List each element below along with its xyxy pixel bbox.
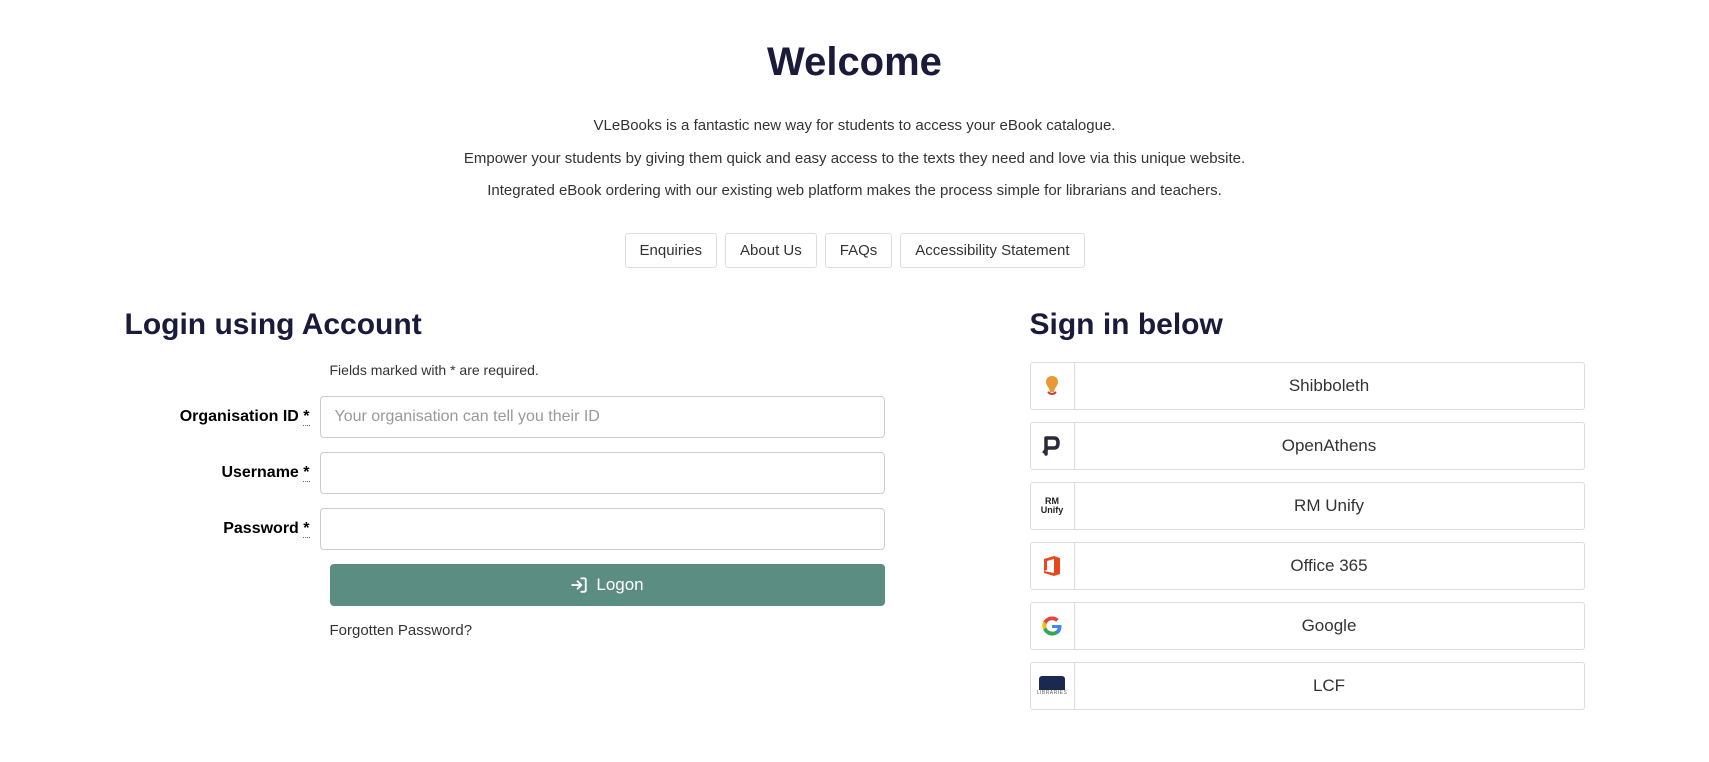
sso-office365-label: Office 365 bbox=[1075, 543, 1584, 589]
organisation-id-input[interactable] bbox=[320, 396, 885, 438]
sso-rmunify-button[interactable]: RMUnify RM Unify bbox=[1030, 482, 1585, 530]
openathens-icon bbox=[1040, 434, 1064, 458]
intro-text-1: VLeBooks is a fantastic new way for stud… bbox=[125, 115, 1585, 138]
rmunify-icon: RMUnify bbox=[1041, 497, 1064, 515]
sso-google-label: Google bbox=[1075, 603, 1584, 649]
office365-icon bbox=[1040, 554, 1064, 578]
login-icon bbox=[570, 576, 588, 594]
sso-openathens-label: OpenAthens bbox=[1075, 423, 1584, 469]
faqs-button[interactable]: FAQs bbox=[825, 233, 893, 268]
sso-section-title: Sign in below bbox=[1030, 308, 1585, 342]
forgotten-password-link[interactable]: Forgotten Password? bbox=[330, 622, 885, 639]
sso-office365-button[interactable]: Office 365 bbox=[1030, 542, 1585, 590]
sso-shibboleth-label: Shibboleth bbox=[1075, 363, 1584, 409]
sso-google-button[interactable]: Google bbox=[1030, 602, 1585, 650]
logon-button-label: Logon bbox=[596, 575, 643, 595]
username-label: Username * bbox=[125, 464, 320, 482]
login-section-title: Login using Account bbox=[125, 308, 885, 342]
sso-openathens-button[interactable]: OpenAthens bbox=[1030, 422, 1585, 470]
intro-text-3: Integrated eBook ordering with our exist… bbox=[125, 180, 1585, 203]
sso-rmunify-label: RM Unify bbox=[1075, 483, 1584, 529]
lcf-icon: LIBRARIES bbox=[1037, 675, 1067, 697]
sso-lcf-button[interactable]: LIBRARIES LCF bbox=[1030, 662, 1585, 710]
password-label: Password * bbox=[125, 520, 320, 538]
intro-text-2: Empower your students by giving them qui… bbox=[125, 148, 1585, 171]
logon-button[interactable]: Logon bbox=[330, 564, 885, 606]
shibboleth-icon bbox=[1040, 374, 1064, 398]
enquiries-button[interactable]: Enquiries bbox=[625, 233, 718, 268]
about-us-button[interactable]: About Us bbox=[725, 233, 817, 268]
organisation-id-label: Organisation ID * bbox=[125, 408, 320, 426]
page-title: Welcome bbox=[125, 40, 1585, 85]
nav-button-group: Enquiries About Us FAQs Accessibility St… bbox=[125, 233, 1585, 268]
accessibility-statement-button[interactable]: Accessibility Statement bbox=[900, 233, 1084, 268]
required-fields-note: Fields marked with * are required. bbox=[330, 362, 885, 378]
sso-shibboleth-button[interactable]: Shibboleth bbox=[1030, 362, 1585, 410]
password-input[interactable] bbox=[320, 508, 885, 550]
google-icon bbox=[1040, 614, 1064, 638]
username-input[interactable] bbox=[320, 452, 885, 494]
sso-lcf-label: LCF bbox=[1075, 663, 1584, 709]
